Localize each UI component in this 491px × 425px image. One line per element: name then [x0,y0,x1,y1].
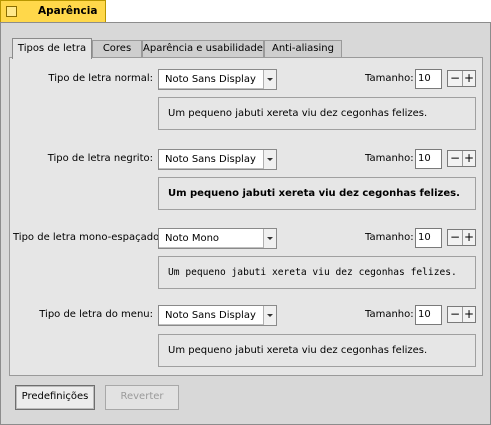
preview-text: Um pequeno jabuti xereta viu dez cegonha… [168,345,428,356]
preview-text: Um pequeno jabuti xereta viu dez cegonha… [168,108,428,119]
tab-label: Aparência e usabilidade [143,43,263,54]
normal-size-label: Tamanho: [365,73,414,84]
minus-icon[interactable]: − [448,230,463,245]
tab-appearance[interactable]: Aparência e usabilidade [142,40,264,58]
plus-icon[interactable]: + [462,307,476,322]
menu-font-preview: Um pequeno jabuti xereta viu dez cegonha… [158,334,476,367]
tab-label: Tipos de letra [17,43,87,54]
menu-size-input[interactable]: 10 [415,305,442,325]
plus-icon[interactable]: + [462,230,476,245]
normal-font-preview: Um pequeno jabuti xereta viu dez cegonha… [158,97,476,130]
mono-font-value: Noto Mono [165,233,220,244]
tab-label: Anti-aliasing [272,43,334,54]
normal-font-value: Noto Sans Display [165,74,256,85]
window-title-tab[interactable]: Aparência [0,0,106,22]
menu-font-menu[interactable]: Noto Sans Display [158,305,277,326]
mono-font-preview: Um pequeno jabuti xereta viu dez cegonha… [158,256,476,289]
menu-font-value: Noto Sans Display [165,310,256,321]
chevron-down-icon [267,78,273,81]
chevron-down-icon [267,158,273,161]
preview-text: Um pequeno jabuti xereta viu dez cegonha… [168,188,460,199]
normal-font-menu[interactable]: Noto Sans Display [158,69,277,90]
menu-size-label: Tamanho: [365,309,414,320]
bold-size-input[interactable]: 10 [415,149,442,169]
close-icon[interactable] [6,6,17,17]
fonts-panel: Tipo de letra normal: Noto Sans Display … [9,57,483,376]
normal-size-stepper[interactable]: − + [447,70,476,87]
minus-icon[interactable]: − [448,151,463,166]
tab-antialiasing[interactable]: Anti-aliasing [264,40,342,58]
plus-icon[interactable]: + [462,151,476,166]
defaults-button[interactable]: Predefinições [15,385,95,410]
tab-label: Cores [102,43,132,54]
mono-size-input[interactable]: 10 [415,228,442,248]
menu-font-label: Tipo de letra do menu: [39,309,153,320]
bold-font-menu[interactable]: Noto Sans Display [158,149,277,170]
normal-font-label: Tipo de letra normal: [48,73,153,84]
bold-font-value: Noto Sans Display [165,154,256,165]
bold-font-label: Tipo de letra negrito: [47,153,153,164]
normal-size-input[interactable]: 10 [415,69,442,89]
tab-fonts[interactable]: Tipos de letra [12,38,92,59]
plus-icon[interactable]: + [462,71,476,86]
tab-colors[interactable]: Cores [92,40,142,58]
minus-icon[interactable]: − [448,71,463,86]
preferences-window: Tipos de letra Cores Aparência e usabili… [0,22,491,425]
chevron-down-icon [267,237,273,240]
mono-size-label: Tamanho: [365,232,414,243]
minus-icon[interactable]: − [448,307,463,322]
window-title: Aparência [38,5,98,17]
bold-size-label: Tamanho: [365,153,414,164]
revert-button[interactable]: Reverter [105,385,179,410]
mono-size-stepper[interactable]: − + [447,229,476,246]
mono-font-label: Tipo de letra mono-espaçado: [13,232,163,243]
menu-size-stepper[interactable]: − + [447,306,476,323]
mono-font-menu[interactable]: Noto Mono [158,228,277,249]
bold-font-preview: Um pequeno jabuti xereta viu dez cegonha… [158,177,476,210]
bold-size-stepper[interactable]: − + [447,150,476,167]
chevron-down-icon [267,314,273,317]
preview-text: Um pequeno jabuti xereta viu dez cegonha… [168,267,457,278]
